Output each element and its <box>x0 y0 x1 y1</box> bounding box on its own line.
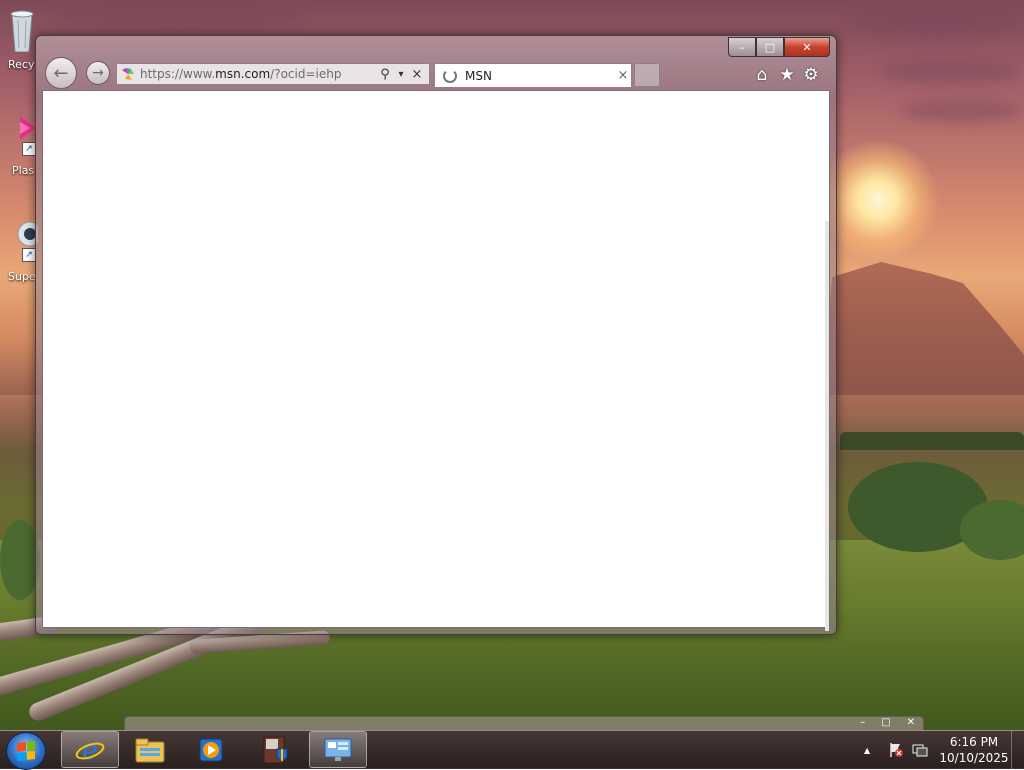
close-icon[interactable]: ✕ <box>907 717 915 728</box>
network-icon[interactable] <box>912 742 928 758</box>
tab-msn[interactable]: MSN × <box>434 63 632 87</box>
svg-text:e: e <box>82 736 97 765</box>
notification-area: ▲ <box>864 731 928 769</box>
home-icon[interactable]: ⌂ <box>752 65 772 85</box>
system-clock[interactable]: 6:16 PM 10/10/2025 <box>936 734 1012 766</box>
msn-favicon <box>122 68 134 80</box>
mountain <box>820 262 1024 412</box>
treeline <box>840 432 1024 450</box>
forward-arrow-icon: → <box>92 65 104 81</box>
page-content-area[interactable] <box>42 90 830 631</box>
show-desktop-button[interactable] <box>1011 731 1024 769</box>
start-button[interactable] <box>6 732 46 770</box>
address-bar[interactable]: https://www.msn.com/?ocid=iehp ⚲ ▾ × <box>116 63 430 85</box>
shortcut-arrow-icon: ↗ <box>22 248 36 262</box>
tab-title: MSN <box>465 68 492 83</box>
close-button[interactable]: ✕ <box>784 37 830 57</box>
shield-icon <box>263 736 288 763</box>
maximize-icon: □ <box>764 40 776 54</box>
search-icon[interactable]: ⚲ <box>377 67 393 82</box>
taskbar-remote-desktop[interactable] <box>309 731 367 768</box>
action-center-flag-icon[interactable] <box>888 742 904 758</box>
minimize-icon[interactable]: – <box>860 717 865 728</box>
forward-button[interactable]: → <box>86 61 110 85</box>
favorites-star-icon[interactable]: ★ <box>777 65 797 85</box>
background-window-frame: – □ ✕ <box>124 716 924 731</box>
settings-gear-icon[interactable]: ⚙ <box>801 65 821 85</box>
new-tab-button[interactable] <box>634 63 660 87</box>
minimize-button[interactable]: – <box>728 37 756 57</box>
maximize-button[interactable]: □ <box>756 37 784 57</box>
minimize-icon: – <box>739 40 745 54</box>
taskbar-file-explorer[interactable] <box>121 731 179 768</box>
taskbar-internet-explorer[interactable]: e <box>61 731 119 768</box>
close-icon: ✕ <box>802 40 812 54</box>
dropdown-icon[interactable]: ▾ <box>393 69 409 80</box>
media-player-icon <box>199 738 223 761</box>
shortcut-arrow-icon: ↗ <box>22 142 36 156</box>
loading-spinner-icon <box>443 68 457 83</box>
browser-window: – □ ✕ ← → https://www.msn.com/?ocid=iehp… <box>35 35 837 635</box>
stop-icon[interactable]: × <box>409 67 425 82</box>
address-url: https://www.msn.com/?ocid=iehp <box>140 67 342 81</box>
windows-logo-icon <box>17 741 35 761</box>
back-arrow-icon: ← <box>53 62 69 84</box>
clock-date: 10/10/2025 <box>939 751 1009 765</box>
clock-time: 6:16 PM <box>949 735 999 749</box>
remote-desktop-icon <box>324 738 352 761</box>
taskbar-media-player[interactable] <box>182 731 240 768</box>
taskbar-security-app[interactable] <box>246 731 304 768</box>
maximize-icon[interactable]: □ <box>881 717 890 728</box>
recycle-bin-icon <box>6 8 38 53</box>
taskbar: e ▲ 6:16 PM 10/10/2025 <box>0 730 1024 770</box>
internet-explorer-icon: e <box>75 736 105 765</box>
super-app-icon: ↗ <box>6 220 43 262</box>
tab-close-icon[interactable]: × <box>615 68 631 83</box>
back-button[interactable]: ← <box>45 57 77 89</box>
show-hidden-icons-button[interactable]: ▲ <box>864 746 870 755</box>
window-caption-buttons: – □ ✕ <box>728 37 830 57</box>
folder-icon <box>135 738 165 762</box>
scrollbar[interactable] <box>825 221 829 631</box>
plasma-app-icon: ↗ <box>6 114 38 156</box>
